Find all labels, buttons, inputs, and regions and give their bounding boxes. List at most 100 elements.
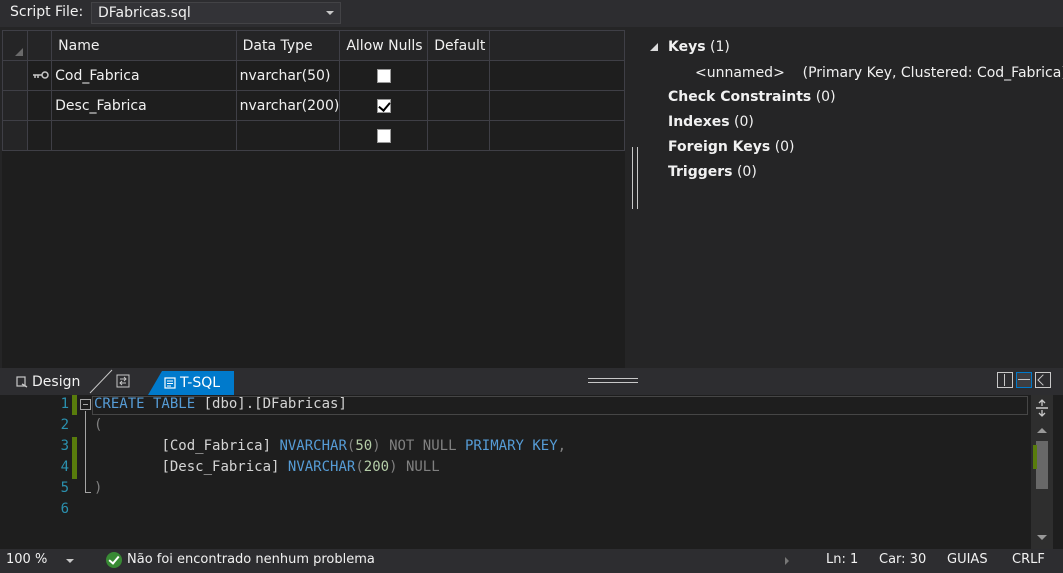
grid-corner-2 — [26, 30, 53, 61]
scrollbar-change-marker — [1033, 445, 1037, 469]
scrollbar-thumb[interactable] — [1036, 441, 1048, 489]
tab-tsql[interactable]: T-SQL — [148, 371, 234, 395]
table-row[interactable]: Cod_Fabrica nvarchar(50) — [2, 60, 625, 91]
column-header-default[interactable]: Default — [427, 30, 491, 61]
horizontal-splitter-grip-icon[interactable] — [588, 378, 638, 383]
foreign-keys-label: Foreign Keys — [668, 139, 771, 155]
allow-nulls-checkbox[interactable] — [376, 68, 391, 83]
chevron-down-icon[interactable] — [326, 11, 334, 15]
triggers-count: (0) — [736, 164, 757, 180]
vertical-splitter[interactable] — [625, 27, 629, 368]
scroll-down-icon[interactable] — [1037, 535, 1047, 540]
column-header-data-type[interactable]: Data Type — [235, 30, 341, 61]
indexes-label: Indexes — [668, 114, 730, 130]
cell-allow-nulls[interactable] — [339, 60, 429, 91]
keys-node[interactable]: Keys (1) — [650, 39, 730, 55]
line-number: 1 — [60, 396, 69, 412]
primary-key-icon — [32, 71, 49, 79]
cell-default[interactable] — [427, 60, 491, 91]
tab-design[interactable]: Design — [10, 371, 86, 393]
vertical-split-icon[interactable] — [997, 372, 1013, 388]
keys-count: (1) — [710, 39, 730, 55]
tab-divider — [89, 369, 113, 394]
horizontal-split-icon[interactable] — [1016, 372, 1032, 388]
splitter-grip-icon[interactable] — [632, 147, 638, 209]
code-line-2: ( — [94, 417, 102, 433]
issues-message[interactable]: Não foi encontrado nenhum problema — [127, 552, 375, 567]
cell-name[interactable]: Cod_Fabrica — [51, 60, 237, 91]
cell-data-type[interactable]: nvarchar(50) — [235, 60, 341, 91]
allow-nulls-checkbox[interactable] — [376, 128, 391, 143]
identifier: [Cod_Fabrica] — [161, 438, 272, 454]
collapse-pane-icon[interactable] — [1035, 372, 1051, 388]
keyword-null: NULL — [405, 459, 440, 475]
indexes-node[interactable]: Indexes (0) — [668, 114, 754, 130]
scroll-right-icon[interactable] — [785, 557, 789, 565]
identifier: [dbo].[DFabricas] — [195, 396, 347, 412]
keyword: NVARCHAR — [287, 459, 356, 475]
table-row[interactable]: Desc_Fabrica nvarchar(200) — [2, 90, 625, 121]
columns-grid: Name Data Type Allow Nulls Default Cod_F… — [2, 30, 625, 151]
number: 50 — [355, 438, 373, 454]
cell-allow-nulls[interactable] — [339, 90, 429, 121]
row-selector[interactable] — [2, 60, 28, 91]
char-indicator: Car: 30 — [879, 552, 927, 567]
column-header-allow-nulls[interactable]: Allow Nulls — [339, 30, 429, 61]
code-text[interactable]: CREATE TABLE [dbo].[DFabricas] ( [Cod_Fa… — [94, 395, 566, 507]
tsql-editor[interactable]: 1 2 3 4 5 6 CREATE TABLE [dbo].[DFabrica… — [0, 395, 1063, 549]
line-ending[interactable]: CRLF — [1012, 552, 1045, 567]
row-selector[interactable] — [2, 90, 28, 121]
split-editor-button[interactable] — [1031, 395, 1053, 421]
cell-filler — [489, 120, 625, 151]
key-entry-detail: (Primary Key, Clustered: Cod_Fabrica) — [802, 65, 1063, 81]
line-indicator: Ln: 1 — [826, 552, 859, 567]
cell-data-type[interactable] — [235, 120, 341, 151]
script-file-combo[interactable]: DFabricas.sql — [91, 2, 341, 24]
script-file-bar: Script File: DFabricas.sql — [0, 0, 1063, 27]
cell-default[interactable] — [427, 120, 491, 151]
keyword: PRIMARY KEY — [464, 438, 558, 454]
row-key-cell — [26, 120, 53, 151]
key-entry[interactable]: <unnamed> (Primary Key, Clustered: Cod_F… — [695, 65, 1063, 81]
fold-guide — [85, 411, 86, 493]
editor-status-bar: 100 % Não foi encontrado nenhum problema… — [0, 549, 1063, 573]
swap-panes-icon[interactable] — [116, 374, 130, 388]
key-entry-name: <unnamed> — [695, 65, 785, 81]
cell-name[interactable] — [51, 120, 237, 151]
line-number: 5 — [60, 480, 69, 496]
select-all-icon — [14, 48, 23, 56]
sql-script-icon — [164, 377, 176, 389]
grid-corner[interactable] — [2, 30, 28, 61]
keyword: NVARCHAR — [279, 438, 347, 454]
cell-data-type[interactable]: nvarchar(200) — [235, 90, 341, 121]
check-circle-icon[interactable] — [106, 552, 122, 568]
script-file-value: DFabricas.sql — [98, 5, 191, 21]
indent-mode[interactable]: GUIAS — [947, 552, 988, 567]
foreign-keys-node[interactable]: Foreign Keys (0) — [668, 139, 795, 155]
table-row[interactable] — [2, 120, 625, 151]
zoom-dropdown-icon[interactable] — [66, 559, 74, 563]
cell-allow-nulls[interactable] — [339, 120, 429, 151]
keys-label: Keys — [668, 39, 706, 55]
check-constraints-node[interactable]: Check Constraints (0) — [668, 89, 836, 105]
collapse-region-icon[interactable] — [80, 399, 91, 410]
zoom-level[interactable]: 100 % — [6, 552, 47, 567]
scroll-up-icon[interactable] — [1037, 428, 1047, 433]
tab-design-label: Design — [32, 374, 81, 390]
cell-name[interactable]: Desc_Fabrica — [51, 90, 237, 121]
column-header-name[interactable]: Name — [51, 30, 237, 61]
editor-margin — [0, 395, 25, 549]
keyword: CREATE TABLE — [94, 396, 196, 412]
code-line-5: ) — [94, 480, 102, 496]
expand-triangle-icon[interactable] — [650, 43, 658, 51]
foreign-keys-count: (0) — [774, 139, 795, 155]
code-line-1: CREATE TABLE [dbo].[DFabricas] — [94, 396, 347, 412]
row-selector[interactable] — [2, 120, 28, 151]
triggers-node[interactable]: Triggers (0) — [668, 164, 757, 180]
allow-nulls-checkbox[interactable] — [376, 98, 391, 113]
fold-guide-end — [85, 492, 91, 493]
pane-layout-buttons — [997, 372, 1051, 388]
paren: ) — [94, 480, 103, 496]
number: 200 — [363, 459, 390, 475]
cell-default[interactable] — [427, 90, 491, 121]
